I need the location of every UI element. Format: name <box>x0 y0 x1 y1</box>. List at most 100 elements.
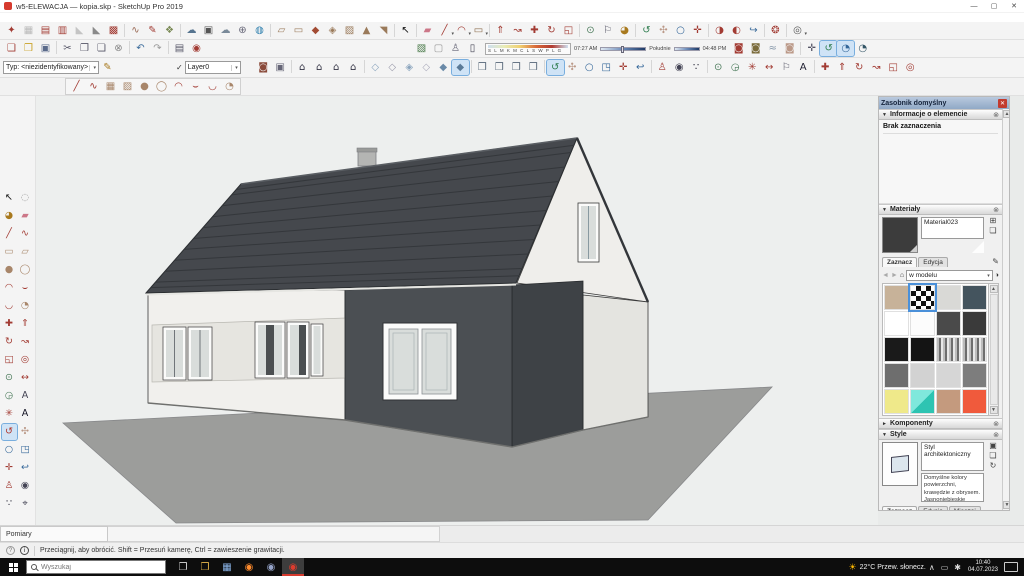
shadow-date-slider[interactable]: S L M K M C L S W P L G <box>485 43 571 55</box>
scroll-up-icon[interactable]: ▲ <box>990 285 998 293</box>
palette-axes-icon[interactable]: ✳ <box>2 406 17 422</box>
scroll-up-icon[interactable]: ▲ <box>1003 110 1009 118</box>
shadow-dialog-icon[interactable]: ◙ <box>730 41 747 56</box>
view-iso-icon[interactable]: ⌂ <box>294 60 311 75</box>
print-icon[interactable]: ▤ <box>171 41 188 56</box>
tab-zaznacz[interactable]: Zaznacz <box>882 506 917 510</box>
swatch-gray3[interactable] <box>936 363 961 388</box>
eraser-tool-icon[interactable]: ▰ <box>419 23 436 38</box>
draw-3pt-arc-icon[interactable]: ◡ <box>204 79 221 94</box>
palette-freehand-icon[interactable]: ∿ <box>18 226 33 242</box>
section-entity-info[interactable]: ▼ Informacje o elemencie ⊗ <box>879 109 1002 120</box>
settings-tray-icon[interactable]: ✱ <box>954 563 961 572</box>
cone-select-icon[interactable]: ◣ <box>88 23 105 38</box>
zoom-previous-icon[interactable]: ↩ <box>632 60 649 75</box>
new-file-icon[interactable]: ❑ <box>3 41 20 56</box>
swatch-black2[interactable] <box>910 337 935 362</box>
sketchy-edges-icon[interactable]: ∿ <box>127 23 144 38</box>
component-attributes-icon[interactable]: ▤ <box>37 23 54 38</box>
taskbar-search[interactable] <box>26 560 166 574</box>
sketchup-icon[interactable]: ◉ <box>282 558 304 576</box>
material-name-input[interactable]: Material023 <box>921 217 984 239</box>
app-grid-icon[interactable]: ▦ <box>216 558 238 576</box>
taskbar-clock[interactable]: 10:40 04.07.2023 <box>968 560 998 574</box>
pushpull2-icon[interactable]: ⇑ <box>834 60 851 75</box>
tape2-icon[interactable]: ⊙ <box>710 60 727 75</box>
draw-line-icon[interactable]: ╱ <box>68 79 85 94</box>
sandbox-flip-icon[interactable]: ◥ <box>375 23 392 38</box>
dimensions-icon[interactable]: ↔ <box>761 60 778 75</box>
add-link-icon[interactable]: ⊕ <box>234 23 251 38</box>
tab-edycja[interactable]: Edycja <box>918 506 948 510</box>
swatch-stripes2[interactable] <box>962 337 987 362</box>
scroll-down-icon[interactable]: ▼ <box>990 406 998 414</box>
model-canvas[interactable] <box>36 96 878 525</box>
geolocation-status-icon[interactable]: ? <box>6 546 15 555</box>
scroll-down-icon[interactable]: ▼ <box>1003 501 1009 509</box>
palette-zoom-window-icon[interactable]: ◳ <box>18 442 33 458</box>
swatch-stripes1[interactable] <box>936 337 961 362</box>
swatch-pattern-checker[interactable] <box>910 285 935 310</box>
followme2-icon[interactable]: ↝ <box>868 60 885 75</box>
notification-center-icon[interactable] <box>1004 562 1018 572</box>
component-options-icon[interactable]: ▦ <box>20 23 37 38</box>
undo-icon[interactable]: ↶ <box>132 41 149 56</box>
rectangle-tool-icon[interactable]: ▭ <box>470 23 487 38</box>
swatch-gray1[interactable] <box>884 363 909 388</box>
material-preview[interactable] <box>882 217 918 253</box>
palette-3dtext-icon[interactable]: A <box>18 406 33 422</box>
palette-orbit-icon[interactable]: ↺ <box>2 424 17 440</box>
facestyle-backedges-icon[interactable]: ◇ <box>384 60 401 75</box>
swatch-scrollbar[interactable]: ▲ ▼ <box>989 283 999 416</box>
draw-2pt-arc-icon[interactable]: ⌣ <box>187 79 204 94</box>
facestyle-wireframe-icon[interactable]: ◈ <box>401 60 418 75</box>
orbit2-icon[interactable]: ↺ <box>547 60 564 75</box>
orbit-tool-icon[interactable]: ↺ <box>638 23 655 38</box>
draw-arc-icon[interactable]: ◠ <box>170 79 187 94</box>
interact-tool-icon[interactable]: ✦ <box>3 23 20 38</box>
secondary-pane-toggle[interactable] <box>972 241 984 253</box>
component-test-icon[interactable]: ▥ <box>54 23 71 38</box>
text2-icon[interactable]: ⚐ <box>778 60 795 75</box>
palette-followme-icon[interactable]: ↝ <box>18 334 33 350</box>
draw-freehand-icon[interactable]: ∿ <box>85 79 102 94</box>
export-icon[interactable]: ↪ <box>745 23 762 38</box>
tab-zaznacz[interactable]: Zaznacz <box>882 257 917 267</box>
start-button[interactable] <box>0 558 26 576</box>
palette-rectangle-icon[interactable]: ▭ <box>2 244 17 260</box>
move-tool-icon[interactable]: ✚ <box>526 23 543 38</box>
sandbox-drape-icon[interactable]: ▨ <box>341 23 358 38</box>
details-icon[interactable]: ◑ <box>995 272 999 279</box>
section-display-icon[interactable]: ◙ <box>255 60 272 75</box>
palette-dimensions-icon[interactable]: ↔ <box>18 370 33 386</box>
measurements-input[interactable] <box>108 526 440 542</box>
zoom-tool-icon[interactable]: ○ <box>672 23 689 38</box>
swatch-yellow[interactable] <box>884 389 909 414</box>
layer-dropdown[interactable]: Layer0 ▾ <box>185 61 241 74</box>
section-close-icon[interactable]: ⊗ <box>993 111 999 119</box>
scroll-thumb[interactable] <box>990 294 998 405</box>
pan-tool-icon[interactable]: ✣ <box>655 23 672 38</box>
pushpull-tool-icon[interactable]: ⇑ <box>492 23 509 38</box>
palette-polygon-icon[interactable]: ◯ <box>18 262 33 278</box>
paint-bucket-icon[interactable]: ◕ <box>616 23 633 38</box>
text3d-icon[interactable]: A <box>795 60 812 75</box>
cut-icon[interactable]: ✂ <box>59 41 76 56</box>
swatch-white2[interactable] <box>910 311 935 336</box>
look-mode-icon[interactable]: ◔ <box>837 41 854 56</box>
home-icon[interactable]: ⌂ <box>900 272 904 279</box>
display-tray-icon[interactable]: ▭ <box>941 563 949 572</box>
style-b-icon[interactable]: ◐ <box>728 23 745 38</box>
walk-mode-icon[interactable]: ◔ <box>854 41 871 56</box>
zoom-window-icon[interactable]: ◳ <box>598 60 615 75</box>
cone-select-disabled-icon[interactable]: ◣ <box>71 23 88 38</box>
palette-zoom-extents-icon[interactable]: ✛ <box>2 460 17 476</box>
zoom2-icon[interactable]: ○ <box>581 60 598 75</box>
look-around-icon[interactable]: ◉ <box>671 60 688 75</box>
comp-pair1-icon[interactable]: ❒ <box>474 60 491 75</box>
palette-3pt-arc-icon[interactable]: ◡ <box>2 298 17 314</box>
section-close-icon[interactable]: ⊗ <box>993 206 999 214</box>
classifier-pencil-icon[interactable]: ✎ <box>99 60 116 75</box>
scale2-icon[interactable]: ◱ <box>885 60 902 75</box>
share-model-icon[interactable]: ☁ <box>217 23 234 38</box>
